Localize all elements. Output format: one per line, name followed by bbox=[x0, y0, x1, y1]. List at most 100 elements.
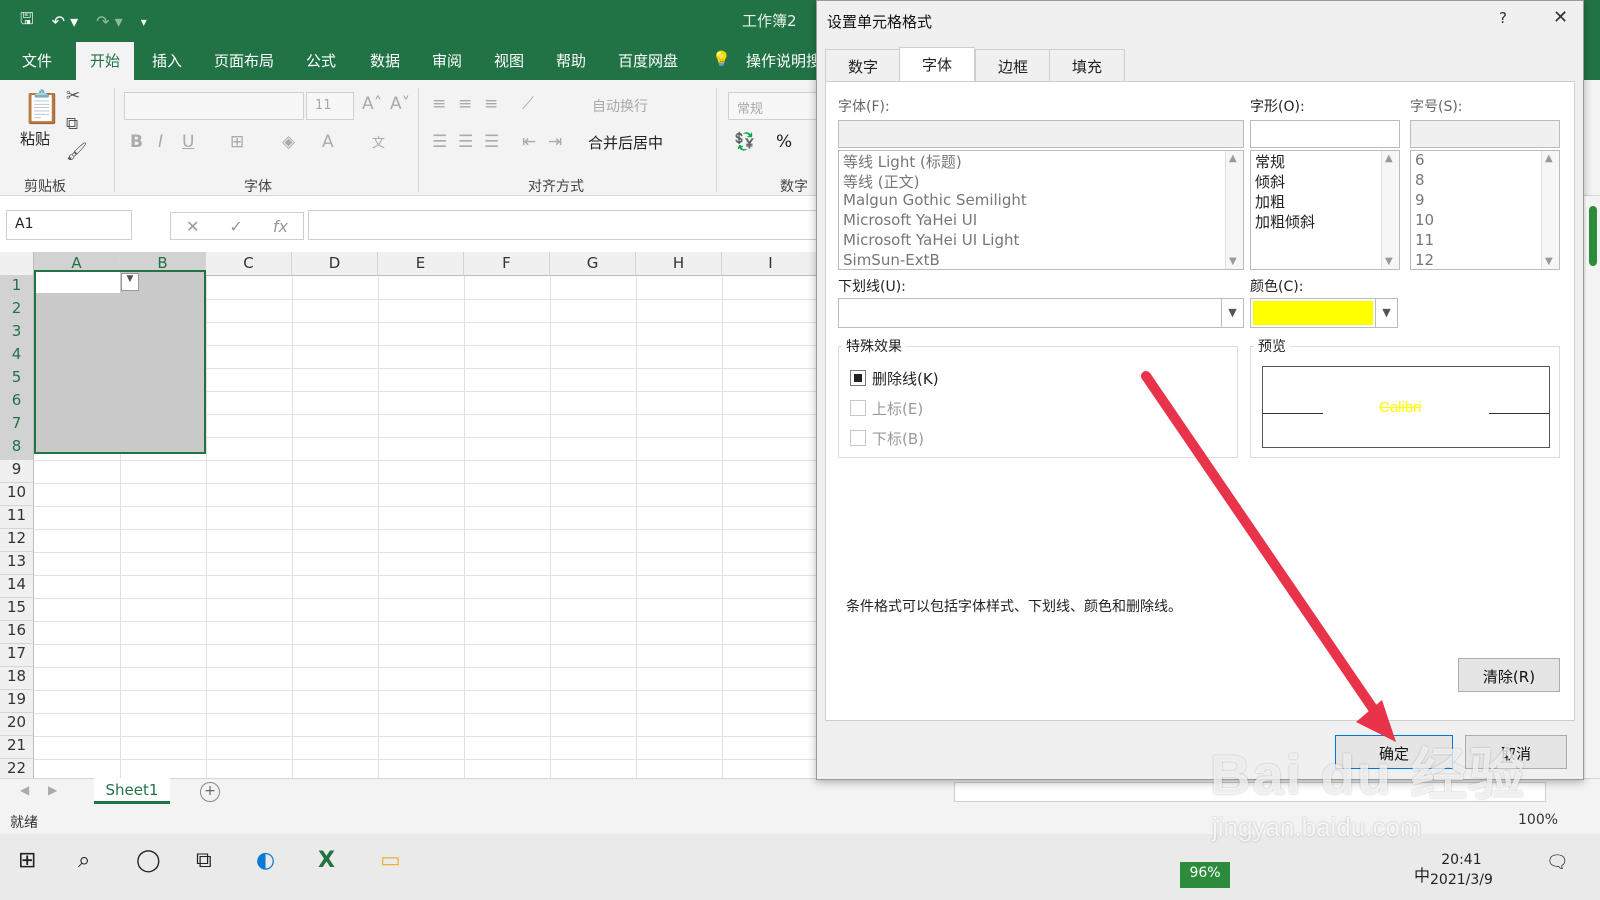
tab-tell-me[interactable]: 操作说明搜 bbox=[746, 50, 821, 71]
search-icon[interactable]: ⌕ bbox=[78, 848, 90, 873]
tab-home[interactable]: 开始 bbox=[76, 42, 135, 80]
orientation-icon[interactable]: ⟋ bbox=[522, 94, 534, 114]
tab-insert[interactable]: 插入 bbox=[152, 50, 182, 71]
excel-taskbar-icon[interactable]: X bbox=[318, 848, 335, 873]
merge-center-button[interactable]: 合并后居中 bbox=[588, 132, 663, 153]
decrease-font-icon[interactable]: A˅ bbox=[390, 94, 410, 114]
row-header[interactable]: 19 bbox=[0, 690, 34, 713]
selected-range[interactable] bbox=[34, 270, 206, 454]
chevron-down-icon[interactable]: ▼ bbox=[1221, 299, 1243, 327]
insert-function-icon[interactable]: fx bbox=[273, 217, 288, 236]
task-view-icon[interactable]: ⧉ bbox=[196, 848, 212, 873]
column-header[interactable]: H bbox=[636, 252, 722, 276]
font-name-input[interactable] bbox=[838, 120, 1244, 148]
row-header[interactable]: 5 bbox=[0, 368, 34, 391]
cut-icon[interactable]: ✂ bbox=[66, 86, 80, 106]
row-header[interactable]: 7 bbox=[0, 414, 34, 437]
number-format-combo[interactable]: 常规 bbox=[728, 92, 818, 120]
column-header[interactable]: G bbox=[550, 252, 636, 276]
row-header[interactable]: 20 bbox=[0, 713, 34, 736]
row-header[interactable]: 4 bbox=[0, 345, 34, 368]
decrease-indent-icon[interactable]: ⇤ bbox=[522, 132, 536, 152]
windows-start-icon[interactable]: ⊞ bbox=[18, 848, 36, 873]
align-left-icon[interactable]: ☰ bbox=[432, 132, 447, 152]
redo-icon[interactable]: ↷ ▾ bbox=[96, 12, 123, 31]
notification-icon[interactable]: 🗨 bbox=[1546, 852, 1569, 873]
list-item[interactable]: Microsoft YaHei UI Light bbox=[839, 231, 1243, 251]
align-bottom-icon[interactable]: ≡ bbox=[484, 94, 498, 114]
data-validation-dropdown-icon[interactable]: ▼ bbox=[121, 273, 139, 291]
style-list-scrollbar[interactable]: ▲ ▼ bbox=[1381, 151, 1399, 269]
vertical-scrollbar[interactable] bbox=[1586, 196, 1600, 778]
close-icon[interactable]: ✕ bbox=[1553, 7, 1568, 28]
font-color-combo[interactable]: ▼ bbox=[1250, 298, 1398, 328]
add-sheet-button[interactable]: + bbox=[200, 782, 220, 802]
align-right-icon[interactable]: ☰ bbox=[484, 132, 499, 152]
cancel-icon[interactable]: ✕ bbox=[186, 217, 199, 236]
align-top-icon[interactable]: ≡ bbox=[432, 94, 446, 114]
phonetic-icon[interactable]: 文 bbox=[372, 132, 385, 151]
font-listbox[interactable]: 等线 Light (标题) 等线 (正文) Malgun Gothic Semi… bbox=[838, 150, 1244, 270]
list-item[interactable]: 常规 bbox=[1251, 151, 1399, 171]
cortana-icon[interactable]: ◯ bbox=[136, 848, 161, 873]
row-header[interactable]: 17 bbox=[0, 644, 34, 667]
percent-style-icon[interactable]: % bbox=[776, 132, 792, 152]
chevron-down-icon[interactable]: ▼ bbox=[1375, 299, 1397, 327]
font-name-combo[interactable] bbox=[124, 92, 304, 120]
column-header[interactable]: F bbox=[464, 252, 550, 276]
row-header[interactable]: 1 bbox=[0, 276, 34, 299]
accounting-format-icon[interactable]: 💱 bbox=[734, 132, 755, 152]
strikethrough-label[interactable]: 删除线(K) bbox=[872, 368, 939, 389]
list-item[interactable]: 9 bbox=[1411, 191, 1559, 211]
font-list-scrollbar[interactable]: ▲ ▼ bbox=[1225, 151, 1243, 269]
list-item[interactable]: 倾斜 bbox=[1251, 171, 1399, 191]
underline-combo[interactable]: ▼ bbox=[838, 298, 1244, 328]
borders-icon[interactable]: ⊞ bbox=[230, 132, 244, 152]
list-item[interactable]: 12 bbox=[1411, 251, 1559, 269]
font-style-input[interactable] bbox=[1250, 120, 1400, 148]
tab-page-layout[interactable]: 页面布局 bbox=[214, 50, 274, 71]
column-header[interactable]: I bbox=[722, 252, 820, 276]
row-header[interactable]: 9 bbox=[0, 460, 34, 483]
list-item[interactable]: Malgun Gothic Semilight bbox=[839, 191, 1243, 211]
scroll-thumb[interactable] bbox=[1589, 206, 1597, 266]
tab-formulas[interactable]: 公式 bbox=[306, 50, 336, 71]
dialog-tab-font[interactable]: 字体 bbox=[899, 47, 976, 82]
scroll-left-icon[interactable]: ◀ bbox=[20, 783, 29, 797]
save-icon[interactable]: 🖫 bbox=[20, 8, 34, 35]
clear-button[interactable]: 清除(R) bbox=[1458, 658, 1560, 692]
list-item[interactable]: 10 bbox=[1411, 211, 1559, 231]
dialog-tab-border[interactable]: 边框 bbox=[975, 49, 1052, 81]
copy-icon[interactable]: ⧉ bbox=[66, 114, 78, 134]
tab-data[interactable]: 数据 bbox=[370, 50, 400, 71]
column-header[interactable]: D bbox=[292, 252, 378, 276]
ime-indicator[interactable]: 中 bbox=[1414, 862, 1430, 886]
align-center-icon[interactable]: ☰ bbox=[458, 132, 473, 152]
tab-file[interactable]: 文件 bbox=[22, 50, 52, 71]
file-explorer-icon[interactable]: ▭ bbox=[380, 848, 401, 873]
row-header[interactable]: 16 bbox=[0, 621, 34, 644]
row-header[interactable]: 8 bbox=[0, 437, 34, 460]
row-header[interactable]: 21 bbox=[0, 736, 34, 759]
row-header[interactable]: 18 bbox=[0, 667, 34, 690]
list-item[interactable]: Microsoft YaHei UI bbox=[839, 211, 1243, 231]
wrap-text-button[interactable]: 自动换行 bbox=[592, 96, 648, 116]
strikethrough-checkbox[interactable] bbox=[850, 370, 866, 386]
paste-icon[interactable]: 📋 bbox=[22, 88, 62, 126]
undo-icon[interactable]: ↶ ▾ bbox=[52, 12, 79, 31]
row-header[interactable]: 2 bbox=[0, 299, 34, 322]
active-cell[interactable] bbox=[36, 272, 120, 293]
customize-qat-icon[interactable]: ▾ bbox=[141, 15, 147, 29]
tab-help[interactable]: 帮助 bbox=[556, 50, 586, 71]
row-header[interactable]: 3 bbox=[0, 322, 34, 345]
underline-icon[interactable]: U bbox=[182, 132, 194, 152]
zoom-level[interactable]: 100% bbox=[1518, 812, 1558, 828]
battery-indicator[interactable]: 96% bbox=[1180, 862, 1230, 888]
paste-label[interactable]: 粘贴 bbox=[20, 128, 50, 149]
list-item[interactable]: 加粗倾斜 bbox=[1251, 211, 1399, 231]
increase-indent-icon[interactable]: ⇥ bbox=[548, 132, 562, 152]
column-header[interactable]: E bbox=[378, 252, 464, 276]
list-item[interactable]: 等线 Light (标题) bbox=[839, 151, 1243, 171]
edge-icon[interactable]: ◐ bbox=[256, 848, 275, 873]
enter-icon[interactable]: ✓ bbox=[229, 217, 242, 236]
